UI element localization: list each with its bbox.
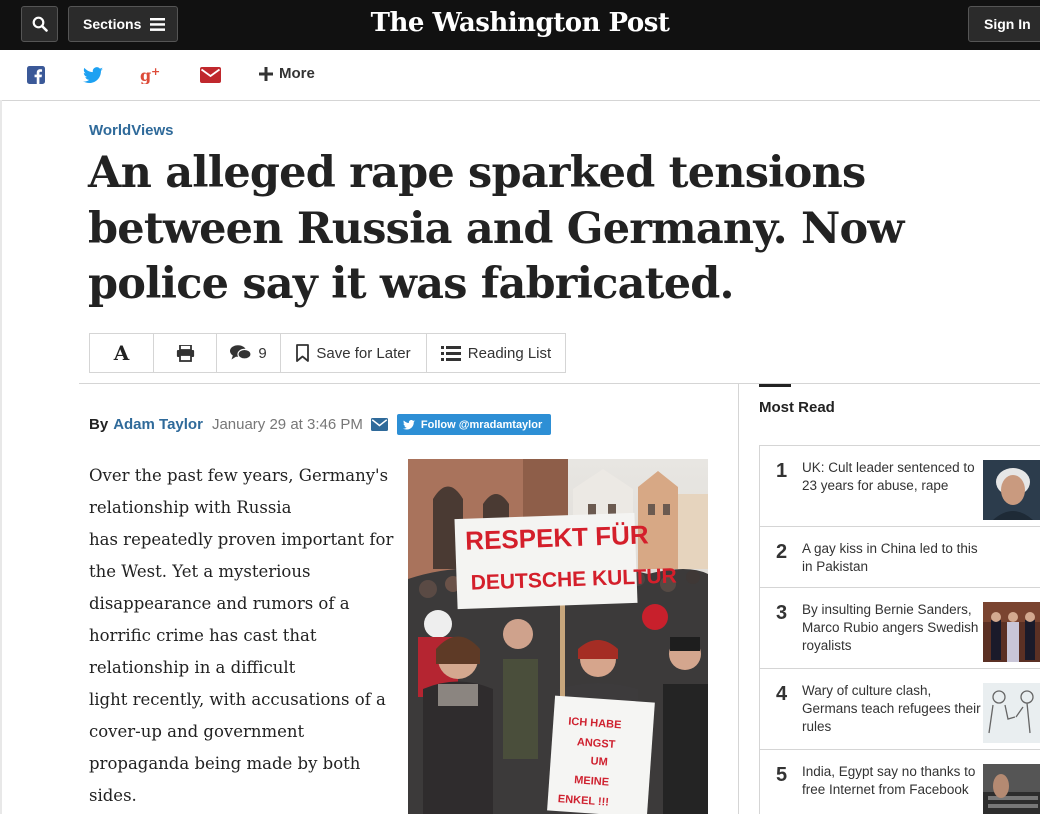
body-line: relationship in a difficult: [89, 658, 296, 677]
list-icon: [440, 345, 461, 361]
article-photo[interactable]: RESPEKT FÜR DEUTSCHE KULTUR ICH HABE ANG…: [408, 459, 708, 814]
body-line: Over the past few years, Germany's: [89, 466, 389, 485]
google-plus-icon[interactable]: g +: [140, 64, 162, 86]
most-read-thumbnail[interactable]: [983, 683, 1040, 743]
most-read-headline[interactable]: By insulting Bernie Sanders, Marco Rubio…: [802, 601, 982, 655]
most-read-rank: 4: [776, 683, 788, 705]
reading-list-button[interactable]: Reading List: [427, 334, 565, 372]
svg-text:+: +: [151, 66, 160, 78]
twitter-icon[interactable]: [82, 64, 104, 86]
most-read-accent: [759, 384, 791, 387]
most-read-headline[interactable]: Wary of culture clash, Germans teach ref…: [802, 682, 982, 736]
article-headline: An alleged rape sparked tensions between…: [88, 148, 904, 309]
most-read-item[interactable]: 4 Wary of culture clash, Germans teach r…: [760, 669, 1040, 750]
body-line: sides.: [89, 786, 137, 805]
sign-1-line-1: RESPEKT FÜR: [465, 519, 650, 555]
reading-list-label: Reading List: [467, 344, 552, 362]
most-read-thumbnail[interactable]: [983, 602, 1040, 662]
left-gutter-rule: [0, 100, 2, 814]
email-icon[interactable]: [199, 64, 221, 86]
byline-by: By: [89, 416, 109, 433]
share-bar: g + More: [0, 50, 1040, 101]
font-size-button[interactable]: A: [90, 334, 154, 372]
author-email-icon[interactable]: [370, 418, 388, 431]
most-read-item[interactable]: 5 India, Egypt say no thanks to free Int…: [760, 750, 1040, 814]
most-read-item[interactable]: 1 UK: Cult leader sentenced to 23 years …: [760, 446, 1040, 527]
most-read-headline[interactable]: UK: Cult leader sentenced to 23 years fo…: [802, 459, 982, 495]
rail-divider: [738, 383, 739, 814]
print-icon: [176, 344, 194, 362]
svg-text:g: g: [140, 66, 151, 84]
body-line: cover-up and government: [89, 722, 305, 741]
most-read-rank: 2: [776, 541, 788, 563]
bookmark-icon: [296, 344, 310, 362]
comments-icon: [230, 345, 252, 360]
most-read-list: 1 UK: Cult leader sentenced to 23 years …: [759, 445, 1040, 814]
content-divider: [79, 383, 1040, 384]
most-read-item[interactable]: 3 By insulting Bernie Sanders, Marco Rub…: [760, 588, 1040, 669]
most-read-thumbnail[interactable]: [983, 460, 1040, 520]
most-read-title: Most Read: [759, 399, 835, 416]
section-kicker-link[interactable]: WorldViews: [89, 122, 173, 139]
sign-in-button[interactable]: Sign In: [968, 6, 1040, 42]
author-link[interactable]: Adam Taylor: [113, 416, 203, 433]
comments-button[interactable]: 9: [217, 334, 281, 372]
body-line: disappearance and rumors of a: [89, 594, 350, 613]
top-nav-bar: Sections The Washington Post Sign In: [0, 0, 1040, 50]
print-button[interactable]: [154, 334, 217, 372]
save-for-later-label: Save for Later: [316, 344, 411, 362]
twitter-follow-button[interactable]: Follow @mradamtaylor: [396, 414, 552, 435]
most-read-headline[interactable]: A gay kiss in China led to this in Pakis…: [802, 540, 982, 576]
body-line: the West. Yet a mysterious: [89, 562, 311, 581]
facebook-icon[interactable]: [25, 64, 47, 86]
sign-2-line-4: MEINE: [574, 774, 610, 788]
body-line: horrific crime has cast that: [89, 626, 317, 645]
site-logo[interactable]: The Washington Post: [0, 8, 1040, 38]
most-read-thumbnail[interactable]: [983, 764, 1040, 814]
comments-count: 9: [258, 344, 267, 362]
twitter-bird-icon: [402, 419, 415, 429]
follow-label: Follow @mradamtaylor: [420, 418, 543, 431]
article-tools: A 9 Save for Later Reading List: [89, 333, 566, 373]
most-read-rank: 1: [776, 460, 788, 482]
save-for-later-button[interactable]: Save for Later: [281, 334, 427, 372]
more-share-button[interactable]: More: [259, 65, 315, 82]
body-line: light recently, with accusations of a: [89, 690, 386, 709]
body-line: relationship with Russia: [89, 498, 292, 517]
byline: By Adam Taylor January 29 at 3:46 PM Fol…: [89, 414, 552, 435]
most-read-headline[interactable]: India, Egypt say no thanks to free Inter…: [802, 763, 982, 799]
most-read-rank: 3: [776, 602, 788, 624]
body-line: has repeatedly proven important for: [89, 530, 394, 549]
most-read-rank: 5: [776, 764, 788, 786]
sign-2-line-3: UM: [590, 755, 608, 768]
font-size-icon: A: [113, 341, 130, 365]
more-label: More: [279, 65, 315, 82]
most-read-item[interactable]: 2 A gay kiss in China led to this in Pak…: [760, 527, 1040, 588]
article-body: Over the past few years, Germany's relat…: [89, 460, 394, 812]
protest-sign-angst: ICH HABE ANGST UM MEINE ENKEL !!!: [547, 695, 655, 814]
plus-icon: [259, 66, 273, 81]
body-line: propaganda being made by both: [89, 754, 361, 773]
publish-date: January 29 at 3:46 PM: [211, 416, 363, 433]
